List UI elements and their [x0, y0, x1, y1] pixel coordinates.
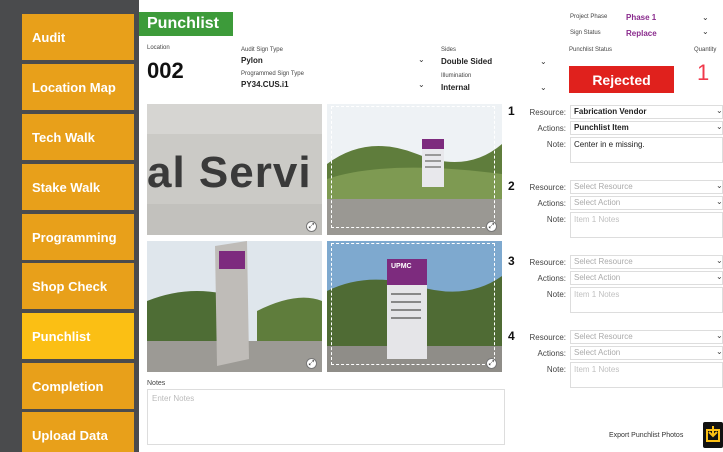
sides-value[interactable]: Double Sided: [441, 57, 492, 66]
note-field[interactable]: Item 1 Notes: [570, 362, 723, 388]
chevron-down-icon[interactable]: ⌄: [716, 122, 723, 131]
sidebar: Audit Location Map Tech Walk Stake Walk …: [0, 0, 139, 452]
nav-shop-check[interactable]: Shop Check: [22, 263, 134, 309]
sides-label: Sides: [441, 47, 457, 53]
nav-stake-walk[interactable]: Stake Walk: [22, 164, 134, 210]
note-label: Note:: [546, 290, 566, 299]
nav-programming[interactable]: Programming: [22, 214, 134, 260]
punch-item-number: 1: [508, 104, 515, 118]
sign-side-image: [147, 241, 322, 372]
programmed-sign-type-value[interactable]: PY34.CUS.i1: [241, 80, 289, 89]
punch-item-number: 4: [508, 329, 515, 343]
chevron-down-icon[interactable]: ⌄: [702, 27, 709, 36]
resource-label: Resource:: [529, 333, 566, 342]
action-select[interactable]: Select Action: [570, 196, 723, 210]
chevron-down-icon[interactable]: ⌄: [702, 13, 709, 22]
note-field[interactable]: Center in e missing.: [570, 137, 723, 163]
export-icon: [706, 426, 720, 442]
resource-label: Resource:: [529, 108, 566, 117]
punch-item-number: 3: [508, 254, 515, 268]
actions-label: Actions:: [537, 124, 566, 133]
audit-sign-type-label: Audit Sign Type: [241, 47, 283, 53]
resource-select[interactable]: Select Resource: [570, 180, 723, 194]
nav-completion[interactable]: Completion: [22, 363, 134, 409]
chevron-down-icon[interactable]: ⌄: [716, 331, 723, 340]
sign-text: al Servi: [147, 148, 312, 197]
programmed-sign-type-label: Programmed Sign Type: [241, 71, 304, 77]
note-label: Note:: [546, 140, 566, 149]
note-field[interactable]: Item 1 Notes: [570, 212, 723, 238]
punchlist-photo-4[interactable]: UPMC ⤢: [327, 241, 502, 372]
action-select[interactable]: Punchlist Item: [570, 121, 723, 135]
sign-status-value[interactable]: Replace: [626, 29, 657, 38]
location-value: 002: [147, 58, 184, 83]
resource-label: Resource:: [529, 258, 566, 267]
punchlist-photo-2[interactable]: ⤢: [327, 104, 502, 235]
quantity-label: Quantity: [694, 47, 717, 53]
illumination-value[interactable]: Internal: [441, 83, 470, 92]
notes-input[interactable]: Enter Notes: [147, 389, 505, 445]
resource-select[interactable]: Select Resource: [570, 330, 723, 344]
note-field[interactable]: Item 1 Notes: [570, 287, 723, 313]
punchlist-status-badge[interactable]: Rejected: [569, 66, 674, 93]
expand-icon[interactable]: ⤢: [486, 358, 497, 369]
actions-label: Actions:: [537, 274, 566, 283]
audit-sign-type-value[interactable]: Pylon: [241, 56, 263, 65]
actions-label: Actions:: [537, 199, 566, 208]
action-select[interactable]: Select Action: [570, 346, 723, 360]
resource-label: Resource:: [529, 183, 566, 192]
chevron-down-icon[interactable]: ⌄: [540, 57, 547, 66]
chevron-down-icon[interactable]: ⌄: [716, 256, 723, 265]
chevron-down-icon[interactable]: ⌄: [418, 80, 425, 89]
chevron-down-icon[interactable]: ⌄: [716, 347, 723, 356]
chevron-down-icon[interactable]: ⌄: [540, 83, 547, 92]
illumination-label: Illumination: [441, 73, 472, 79]
chevron-down-icon[interactable]: ⌄: [716, 106, 723, 115]
punchlist-photo-1[interactable]: al Servi ⤢: [147, 104, 322, 235]
expand-icon[interactable]: ⤢: [306, 221, 317, 232]
chevron-down-icon[interactable]: ⌄: [716, 181, 723, 190]
expand-icon[interactable]: ⤢: [306, 358, 317, 369]
expand-icon[interactable]: ⤢: [486, 221, 497, 232]
action-select[interactable]: Select Action: [570, 271, 723, 285]
project-phase-label: Project Phase: [570, 14, 608, 20]
resource-select[interactable]: Fabrication Vendor: [570, 105, 723, 119]
chevron-down-icon[interactable]: ⌄: [418, 55, 425, 64]
crop-outline: [331, 106, 495, 228]
sign-status-label: Sign Status: [570, 30, 601, 36]
nav-tech-walk[interactable]: Tech Walk: [22, 114, 134, 160]
crop-outline: [331, 243, 495, 365]
export-photos-label: Export Punchlist Photos: [609, 432, 684, 439]
punch-item-number: 2: [508, 179, 515, 193]
export-photos-button[interactable]: [703, 422, 723, 448]
nav-location-map[interactable]: Location Map: [22, 64, 134, 110]
punchlist-photo-3[interactable]: ⤢: [147, 241, 322, 372]
nav-punchlist[interactable]: Punchlist: [22, 313, 134, 359]
page-title: Punchlist: [139, 12, 233, 36]
project-phase-value[interactable]: Phase 1: [626, 13, 656, 22]
chevron-down-icon[interactable]: ⌄: [716, 272, 723, 281]
punchlist-status-label: Punchlist Status: [569, 47, 613, 53]
resource-select[interactable]: Select Resource: [570, 255, 723, 269]
note-label: Note:: [546, 215, 566, 224]
location-label: Location: [147, 45, 170, 51]
notes-label: Notes: [147, 380, 166, 387]
actions-label: Actions:: [537, 349, 566, 358]
quantity-value: 1: [697, 60, 710, 85]
nav-upload-data[interactable]: Upload Data: [22, 412, 134, 452]
nav-audit[interactable]: Audit: [22, 14, 134, 60]
note-label: Note:: [546, 365, 566, 374]
chevron-down-icon[interactable]: ⌄: [716, 197, 723, 206]
